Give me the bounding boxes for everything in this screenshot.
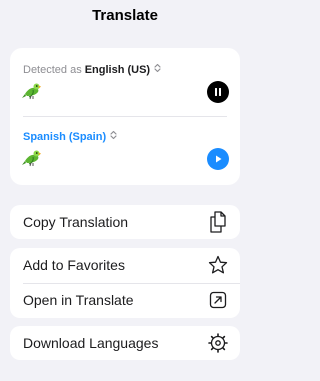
open-in-translate-label: Open in Translate (23, 292, 134, 308)
open-external-icon (207, 289, 229, 311)
actions-group: Add to Favorites Open in Translate (10, 248, 240, 318)
add-to-favorites-label: Add to Favorites (23, 257, 125, 273)
play-icon (216, 155, 222, 163)
copy-translation-label: Copy Translation (23, 214, 129, 230)
parrot-icon (22, 83, 41, 100)
target-language-selector[interactable]: Spanish (Spain) (23, 130, 117, 143)
chevron-up-down-icon (154, 63, 161, 76)
download-languages-button[interactable]: Download Languages (10, 326, 240, 360)
sheet-title: Translate (92, 7, 158, 24)
star-icon (207, 254, 229, 276)
target-text-parrot (22, 149, 44, 167)
pause-icon (215, 88, 221, 96)
detected-as-label: Detected as (23, 63, 82, 76)
source-text-parrot (22, 82, 44, 100)
play-button[interactable] (207, 148, 229, 170)
translation-card: Detected as English (US) Spanish (Spain) (10, 48, 240, 185)
download-languages-label: Download Languages (23, 335, 159, 351)
copy-translation-button[interactable]: Copy Translation (10, 205, 240, 239)
parrot-icon (22, 150, 41, 167)
copy-icon (207, 211, 229, 233)
source-language-label: English (US) (84, 63, 151, 76)
pause-button[interactable] (207, 81, 229, 103)
target-language-label: Spanish (Spain) (23, 130, 107, 143)
open-in-translate-button[interactable]: Open in Translate (10, 283, 240, 318)
divider (23, 116, 227, 117)
chevron-up-down-icon (110, 130, 117, 143)
gear-icon (207, 332, 229, 354)
add-to-favorites-button[interactable]: Add to Favorites (10, 248, 240, 283)
source-language-selector[interactable]: Detected as English (US) (23, 63, 161, 76)
